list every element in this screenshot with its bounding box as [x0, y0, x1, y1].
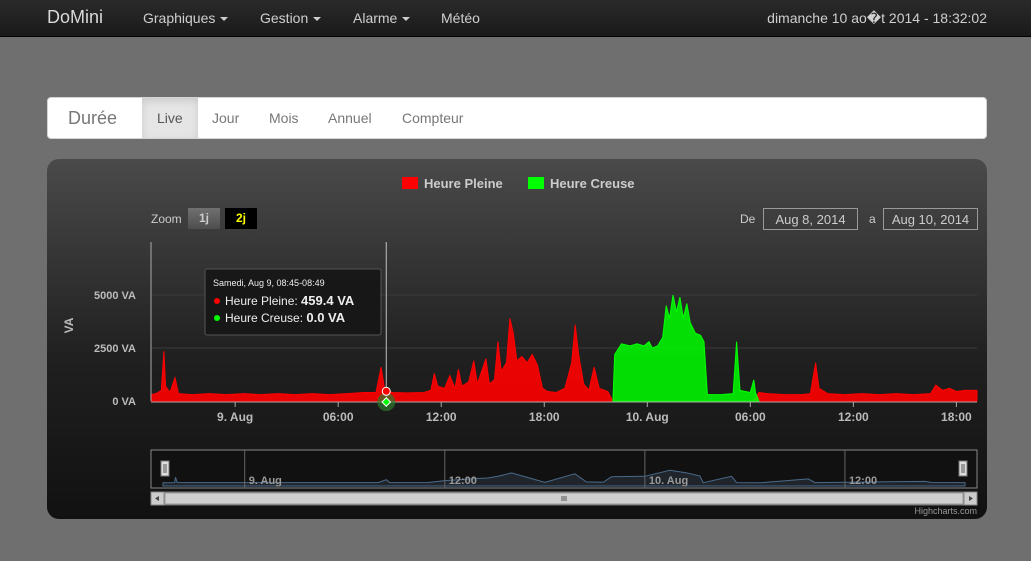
tab-compteur[interactable]: Compteur	[387, 98, 478, 138]
tooltip-bullet	[214, 298, 220, 304]
tooltip-header: Samedi, Aug 9, 08:45-08:49	[213, 278, 325, 288]
tab-annuel[interactable]: Annuel	[313, 98, 387, 138]
caret-down-icon	[313, 17, 322, 22]
tooltip-row: Heure Pleine: 459.4 VA	[225, 293, 355, 308]
x-tick-label: 9. Aug	[217, 410, 253, 424]
chart-credits[interactable]: Highcharts.com	[914, 506, 977, 516]
tab-jour[interactable]: Jour	[197, 98, 254, 138]
navigator-label: 9. Aug	[249, 475, 282, 487]
y-tick-label: 0 VA	[112, 396, 136, 408]
brand-logo[interactable]: DoMini	[47, 7, 103, 28]
nav-menu-label: Alarme	[353, 10, 398, 26]
power-usage-chart[interactable]: 0 VA 2500 VA 5000 VA VA 9. Aug 06:00 12:00 18:0…	[47, 159, 987, 519]
nav-menu-gestion[interactable]: Gestion	[260, 10, 322, 26]
x-tick-label: 06:00	[323, 410, 354, 424]
top-navbar: DoMini Graphiques Gestion Alarme Météo d…	[0, 0, 1031, 37]
navigator-right-handle	[958, 460, 968, 477]
tabs-title: Durée	[68, 108, 118, 128]
nav-menu-label: Gestion	[260, 10, 309, 26]
chart-panel: Heure Pleine Heure Creuse Zoom 1j 2j De …	[47, 159, 987, 519]
y-axis-title: VA	[62, 317, 76, 333]
tooltip-row: Heure Creuse: 0.0 VA	[225, 310, 346, 325]
x-tick-label: 12:00	[426, 410, 457, 424]
caret-down-icon	[220, 17, 229, 22]
tab-mois[interactable]: Mois	[254, 98, 314, 138]
tooltip-series-value: 459.4 VA	[301, 293, 355, 308]
nav-menu-alarme[interactable]: Alarme	[353, 10, 411, 26]
nav-menu-label: Graphiques	[143, 10, 216, 26]
x-tick-label: 12:00	[838, 410, 869, 424]
series-area-heure-creuse	[612, 294, 760, 402]
nav-menu-graphiques[interactable]: Graphiques	[143, 10, 229, 26]
navigator-label: 12:00	[449, 475, 477, 487]
period-tabs-bar: Durée Live Jour Mois Annuel Compteur	[47, 97, 987, 139]
tooltip-bullet	[214, 315, 220, 321]
hover-marker-heure-pleine	[381, 386, 391, 396]
tooltip-series-name: Heure Creuse:	[225, 311, 306, 325]
tooltip-series-value: 0.0 VA	[306, 310, 345, 325]
current-datetime: dimanche 10 ao�t 2014 - 18:32:02	[767, 10, 987, 26]
y-tick-label: 5000 VA	[94, 290, 136, 302]
caret-down-icon	[402, 17, 411, 22]
x-tick-label: 06:00	[735, 410, 766, 424]
nav-menu-label: Météo	[441, 10, 480, 26]
navigator-label: 12:00	[849, 475, 877, 487]
x-tick-label: 18:00	[529, 410, 560, 424]
tooltip-series-name: Heure Pleine:	[225, 294, 301, 308]
navigator-left-handle	[160, 460, 170, 477]
nav-link-meteo[interactable]: Météo	[441, 10, 480, 26]
y-tick-label: 2500 VA	[94, 343, 136, 355]
tab-live[interactable]: Live	[142, 98, 198, 138]
navigator-label: 10. Aug	[649, 475, 688, 487]
x-tick-label: 18:00	[941, 410, 972, 424]
x-tick-label: 10. Aug	[626, 410, 669, 424]
